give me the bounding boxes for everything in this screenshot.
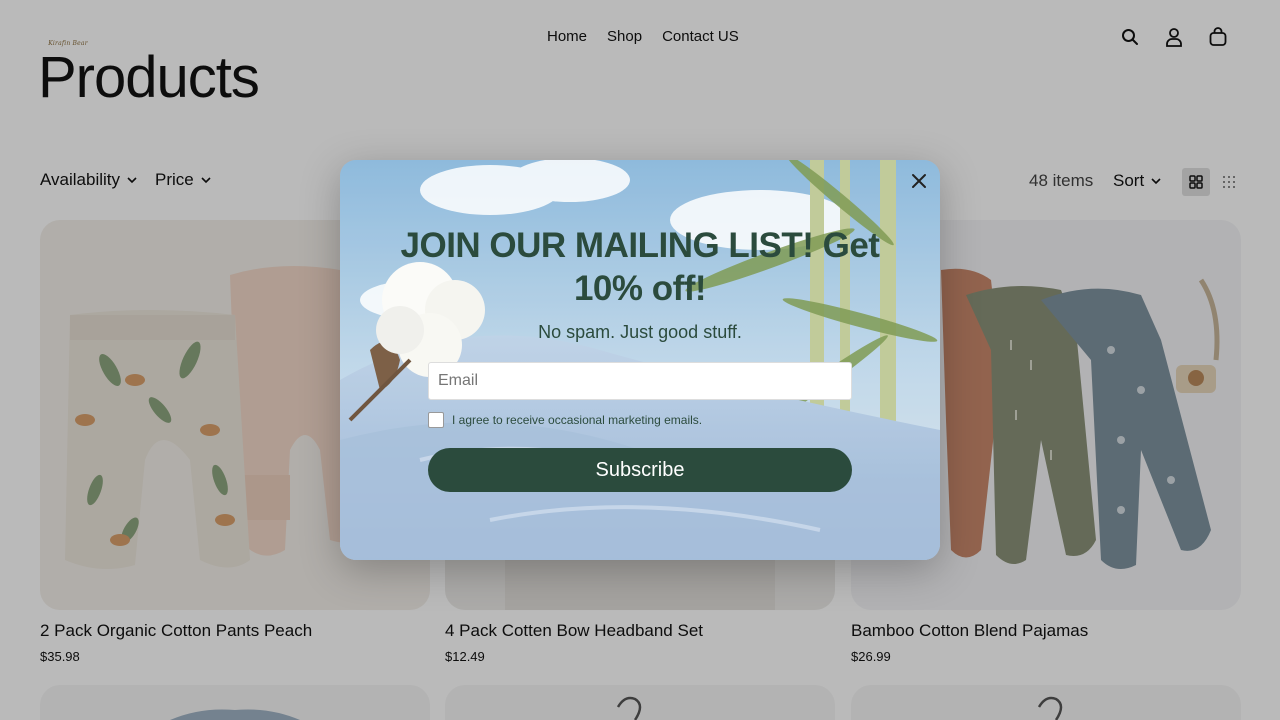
consent-checkbox[interactable] (428, 412, 444, 428)
consent-label: I agree to receive occasional marketing … (452, 413, 703, 427)
subscribe-button[interactable]: Subscribe (428, 448, 852, 492)
close-icon (912, 174, 926, 188)
email-field[interactable] (428, 362, 852, 400)
popup-background-image (340, 160, 940, 560)
close-popup-button[interactable] (908, 170, 930, 192)
marketing-consent[interactable]: I agree to receive occasional marketing … (428, 412, 702, 428)
popup-title: JOIN OUR MAILING LIST! Get 10% off! (400, 226, 880, 308)
popup-subtitle: No spam. Just good stuff. (538, 322, 742, 342)
newsletter-popup: JOIN OUR MAILING LIST! Get 10% off! No s… (340, 160, 940, 560)
